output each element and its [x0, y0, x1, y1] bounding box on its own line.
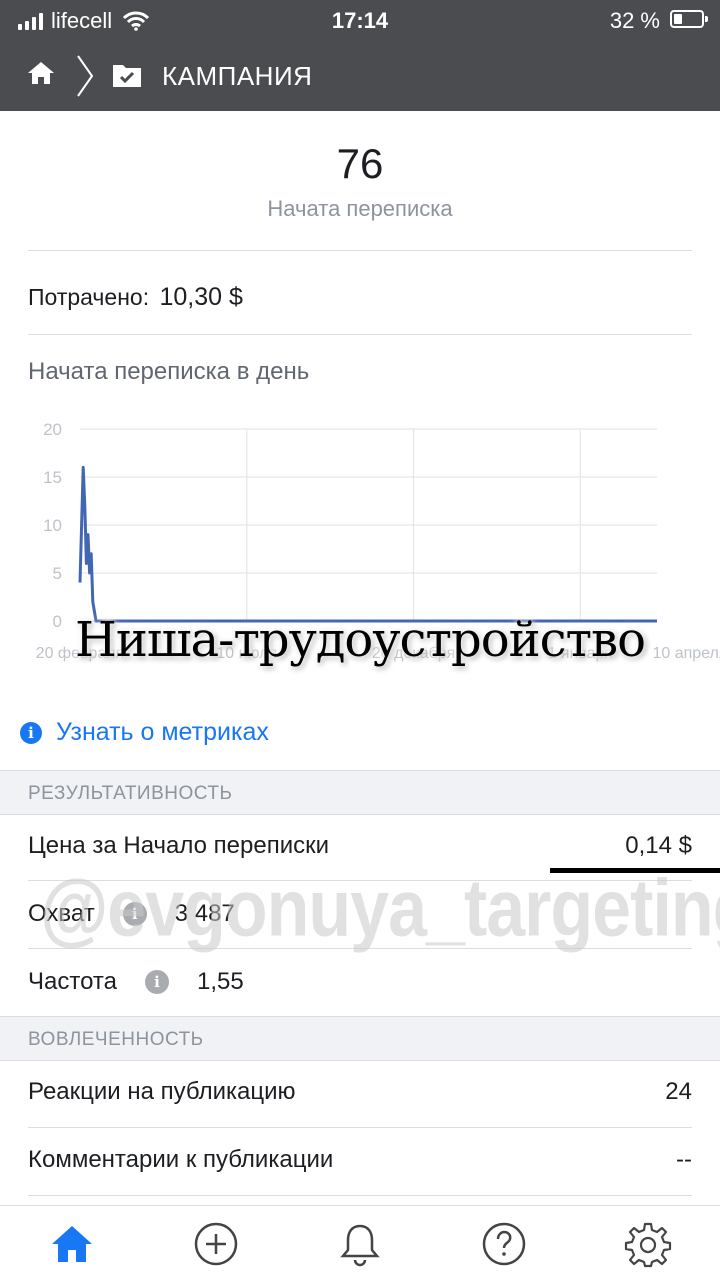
breadcrumb-chevron-icon	[77, 55, 94, 97]
comments-label: Комментарии к публикации	[28, 1146, 334, 1173]
spent-label: Потрачено:	[28, 284, 150, 310]
reactions-row[interactable]: Реакции на публикацию 24	[28, 1078, 692, 1106]
divider	[28, 1195, 692, 1196]
comments-row[interactable]: Комментарии к публикации --	[28, 1146, 692, 1174]
section-header-performance: РЕЗУЛЬТАТИВНОСТЬ	[0, 770, 720, 815]
battery-icon	[670, 10, 708, 28]
spent-row: Потрачено: 10,30 $	[28, 283, 243, 312]
divider	[28, 1127, 692, 1128]
result-summary: 76 Начата переписка	[0, 140, 720, 222]
section-title: ВОВЛЕЧЕННОСТЬ	[28, 1029, 204, 1050]
cost-label: Цена за Начало переписки	[28, 832, 330, 859]
add-icon[interactable]	[192, 1220, 240, 1268]
comments-value: --	[676, 1146, 692, 1173]
help-icon[interactable]	[480, 1220, 528, 1268]
info-icon[interactable]: i	[144, 970, 169, 994]
learn-link-label: Узнать о метриках	[56, 718, 269, 746]
divider	[28, 250, 692, 251]
spent-value: 10,30 $	[159, 283, 243, 311]
result-value: 76	[336, 140, 384, 187]
cost-per-result-row[interactable]: Цена за Начало переписки 0,14 $	[28, 832, 692, 860]
frequency-row[interactable]: Частота i 1,55	[28, 968, 692, 996]
battery-percent: 32 %	[609, 8, 660, 33]
info-icon: i	[20, 721, 42, 744]
y-tick-label: 10	[43, 516, 62, 535]
y-tick-label: 20	[43, 420, 62, 439]
page-title: КАМПАНИЯ	[162, 61, 313, 91]
status-bar: lifecell 17:14 32 %	[0, 0, 720, 40]
campaign-folder-icon	[113, 65, 141, 87]
cost-value: 0,14 $	[625, 832, 692, 859]
divider	[28, 334, 692, 335]
y-tick-label: 15	[43, 468, 62, 487]
y-tick-label: 5	[53, 564, 62, 583]
settings-icon[interactable]	[624, 1220, 672, 1268]
home-icon[interactable]	[26, 60, 56, 86]
learn-about-metrics-link[interactable]: i Узнать о метриках	[20, 718, 269, 747]
reactions-value: 24	[665, 1078, 692, 1105]
series-line	[78, 465, 657, 623]
result-label: Начата переписка	[267, 196, 453, 221]
nav-bar: КАМПАНИЯ	[0, 40, 720, 111]
section-header-engagement: ВОВЛЕЧЕННОСТЬ	[0, 1016, 720, 1061]
bell-icon[interactable]	[336, 1220, 384, 1268]
tab-bar	[0, 1205, 720, 1281]
niche-watermark: Ниша-трудоустройство	[75, 612, 646, 668]
home-icon[interactable]	[48, 1220, 96, 1268]
section-title: РЕЗУЛЬТАТИВНОСТЬ	[28, 783, 233, 804]
handle-watermark: @evgonuya_targeting	[40, 863, 720, 953]
chart-title: Начата переписка в день	[28, 358, 310, 385]
reactions-label: Реакции на публикацию	[28, 1078, 296, 1105]
frequency-label: Частота	[28, 968, 117, 995]
frequency-value: 1,55	[196, 968, 244, 995]
